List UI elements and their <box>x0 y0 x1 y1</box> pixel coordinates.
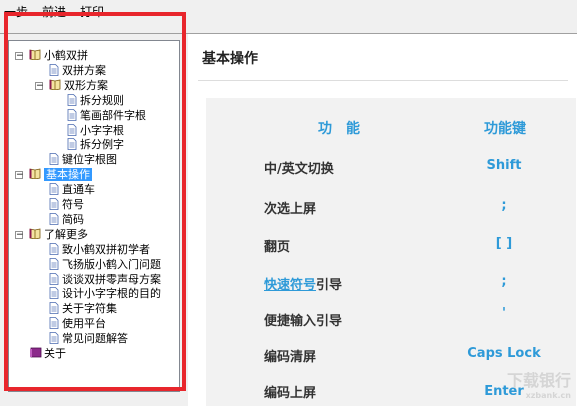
page-icon <box>49 287 59 300</box>
row-key: ' <box>502 306 506 321</box>
tree-item[interactable]: 小鹤双拼 <box>29 49 88 63</box>
row-label: 翻页 <box>264 240 291 255</box>
page-icon <box>49 242 59 255</box>
row-label-suffix: 引导 <box>316 278 343 293</box>
tree-item[interactable]: 关于 <box>29 347 66 361</box>
tree-item-label: 简码 <box>62 212 84 226</box>
page-icon <box>67 138 77 151</box>
tree-item-label: 设计小字字根的目的 <box>62 287 161 301</box>
tree-item-label: 常见问题解答 <box>62 332 128 346</box>
watermark-text: 下载银行 <box>506 371 571 390</box>
tree-item[interactable]: 双形方案 <box>49 79 108 93</box>
tree-item[interactable]: 双拼方案 <box>49 64 106 78</box>
page-icon <box>49 257 59 270</box>
tree-item-label: 拆分例字 <box>80 138 124 152</box>
tree-item-label: 小鹤双拼 <box>44 49 88 62</box>
menu-print[interactable]: 打印 <box>80 3 104 20</box>
column-header-key: 功能键 <box>484 121 526 137</box>
tree-item-label: 笔画部件字根 <box>80 108 146 122</box>
tree-item[interactable]: 笔画部件字根 <box>67 109 146 123</box>
tree-item-label: 符号 <box>62 198 84 211</box>
page-icon <box>49 272 59 285</box>
tree-item[interactable]: 常见问题解答 <box>49 332 128 346</box>
tree-item-label: 直通车 <box>62 183 95 197</box>
book-icon <box>29 347 42 358</box>
tree-item[interactable]: 基本操作 <box>29 168 92 182</box>
page-icon <box>49 63 59 76</box>
page-icon <box>49 317 59 330</box>
tree-item-label: 飞扬版小鹤入门问题 <box>62 257 161 271</box>
tree-item-label: 谈谈双拼零声母方案 <box>62 272 161 286</box>
tree-item[interactable]: 致小鹤双拼初学者 <box>49 243 150 257</box>
column-header-function: 功 能 <box>318 121 360 137</box>
tree-item[interactable]: 小字字根 <box>67 124 124 138</box>
row-label: 中/英文切换 <box>264 162 334 177</box>
book-icon <box>29 228 41 240</box>
tree-item[interactable]: 简码 <box>49 213 84 227</box>
quick-symbol-link[interactable]: 快速符号 <box>264 278 316 293</box>
page-icon <box>49 198 59 210</box>
page-icon <box>67 123 77 136</box>
tree-item-label: 双拼方案 <box>62 63 106 77</box>
tree-item-label: 双形方案 <box>64 78 108 92</box>
title-divider <box>198 80 568 81</box>
book-icon <box>29 49 41 61</box>
tree-item-label: 拆分规则 <box>80 93 124 107</box>
tree-item[interactable]: 键位字根图 <box>49 153 117 167</box>
menu-back[interactable]: 一步 <box>4 3 28 20</box>
page-icon <box>67 93 77 106</box>
contents-tree[interactable]: − 小鹤双拼 双拼方案 − 双形方案 拆分规则 笔画部件字根 小字字根 拆分例字 键位字根图 − 基本… <box>8 40 180 392</box>
row-key: Caps Lock <box>467 346 541 361</box>
content-pane: 基本操作 功 能 功能键 中/英文切换 Shift 次选上屏 ; 翻页 [ ] … <box>188 34 577 406</box>
book-icon <box>29 168 41 180</box>
row-label: 编码清屏 <box>264 350 317 365</box>
page-icon <box>49 153 59 166</box>
tree-item[interactable]: 符号 <box>49 198 84 212</box>
row-key: [ ] <box>495 236 513 251</box>
tree-item[interactable]: 直通车 <box>49 183 95 197</box>
tree-item-label: 小字字根 <box>80 123 124 137</box>
page-icon <box>49 183 59 195</box>
row-label: 便捷输入引导 <box>264 314 343 329</box>
tree-toggle[interactable]: − <box>15 171 24 180</box>
page-icon <box>49 212 59 225</box>
tree-item[interactable]: 谈谈双拼零声母方案 <box>49 273 161 287</box>
row-key: ; <box>501 198 507 213</box>
tree-item[interactable]: 使用平台 <box>49 317 106 331</box>
tree-item-label: 基本操作 <box>44 168 92 182</box>
row-key: ; <box>501 274 507 289</box>
tree-item[interactable]: 拆分例字 <box>67 138 124 152</box>
menu-bar: 一步 前进 打印 <box>0 0 577 22</box>
tree-item-label: 使用平台 <box>62 317 106 331</box>
watermark: 下载银行 xzbank.cn <box>507 367 571 400</box>
tree-item-label: 关于字符集 <box>62 302 117 316</box>
watermark-url: xzbank.cn <box>525 391 571 400</box>
tree-item[interactable]: 飞扬版小鹤入门问题 <box>49 258 161 272</box>
tree-toggle[interactable]: − <box>15 230 24 239</box>
tree-item[interactable]: 了解更多 <box>29 228 88 242</box>
page-title: 基本操作 <box>202 51 258 67</box>
tree-toggle[interactable]: − <box>15 52 24 61</box>
tree-item-label: 致小鹤双拼初学者 <box>62 242 150 256</box>
row-label: 次选上屏 <box>264 202 317 217</box>
tree-item[interactable]: 拆分规则 <box>67 94 124 108</box>
row-label: 编码上屏 <box>264 386 317 401</box>
row-key: Shift <box>486 158 522 173</box>
tree-item-label: 键位字根图 <box>62 153 117 167</box>
page-icon <box>49 332 59 344</box>
row-label: 快速符号引导 <box>264 274 342 293</box>
tree-item[interactable]: 设计小字字根的目的 <box>49 287 161 301</box>
tree-toggle[interactable]: − <box>35 81 44 90</box>
page-icon <box>67 108 77 121</box>
menu-forward[interactable]: 前进 <box>42 3 66 20</box>
tree-item-label: 了解更多 <box>44 227 88 241</box>
page-icon <box>49 302 59 315</box>
tree-item[interactable]: 关于字符集 <box>49 302 117 316</box>
tree-item-label: 关于 <box>44 347 66 360</box>
book-icon <box>49 79 61 91</box>
